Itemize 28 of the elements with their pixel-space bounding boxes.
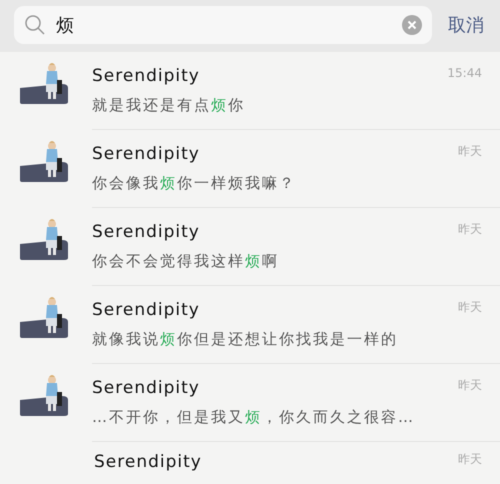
contact-name: Serendipity [92,377,200,400]
clear-icon[interactable] [402,15,422,35]
contact-name: Serendipity [94,451,202,474]
message-text: 你会不会觉得我这样烦啊 [92,252,279,270]
message-time: 昨天 [458,221,482,238]
search-result[interactable]: Serendipity 昨天 你会像我烦你一样烦我嘛？ [0,130,500,208]
search-result[interactable]: Serendipity 昨天 你会不会觉得我这样烦啊 [0,208,500,286]
message-time: 昨天 [458,377,482,394]
search-result[interactable]: Serendipity 昨天 就像我说烦你但是还想让你找我是一样的 [0,286,500,364]
search-input[interactable]: 烦 [54,10,394,40]
message-time: 15:44 [447,65,482,82]
contact-name: Serendipity [92,221,200,244]
message-text: 就像我说烦你但是还想让你找我是一样的 [92,330,398,348]
search-result[interactable]: Serendipity 昨天 …不开你，但是我又烦，你久而久之很容… [0,364,500,442]
message-time: 昨天 [458,299,482,316]
message-text: 你会像我烦你一样烦我嘛？ [92,174,296,192]
message-text: …不开你，但是我又烦，你久而久之很容… [92,408,415,426]
message-text: 就是我还是有点烦你 [92,96,245,114]
cancel-button[interactable]: 取消 [432,6,488,44]
message-time: 昨天 [458,143,482,160]
message-time: 昨天 [458,451,482,468]
search-result[interactable]: Serendipity 昨天 [0,442,500,476]
contact-name: Serendipity [92,65,200,88]
contact-name: Serendipity [92,299,200,322]
search-field[interactable]: 烦 [14,6,432,44]
search-icon [24,14,46,36]
contact-name: Serendipity [92,143,200,166]
search-result[interactable]: Serendipity 15:44 就是我还是有点烦你 [0,52,500,130]
